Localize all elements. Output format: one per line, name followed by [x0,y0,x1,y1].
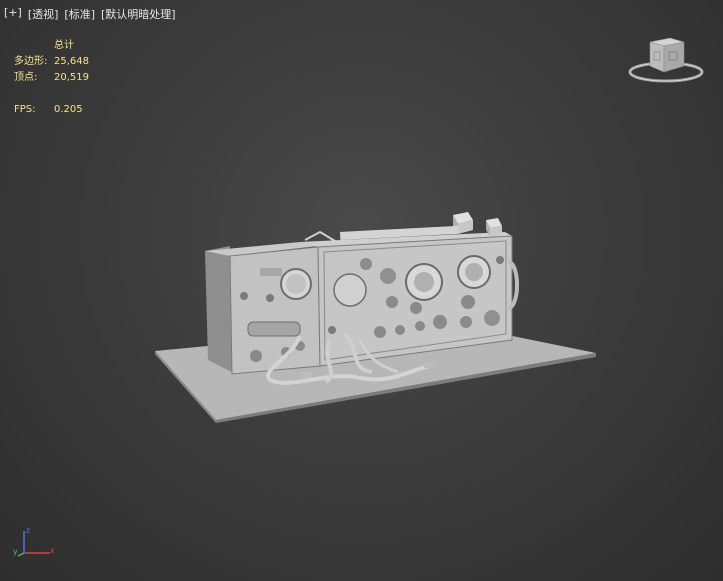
scene-model[interactable] [0,0,723,581]
radio-left-panel [229,246,321,375]
perspective-viewport[interactable]: [+] [透视] [标准] [默认明暗处理] 总计 多边形: 25,648 顶点… [0,0,723,581]
axis-tripod-icon: x y z [13,526,55,557]
axis-x-label: x [50,546,55,555]
axis-y-label: y [13,547,18,556]
radio-left-casing [205,246,232,372]
axis-z-label: z [26,526,30,535]
